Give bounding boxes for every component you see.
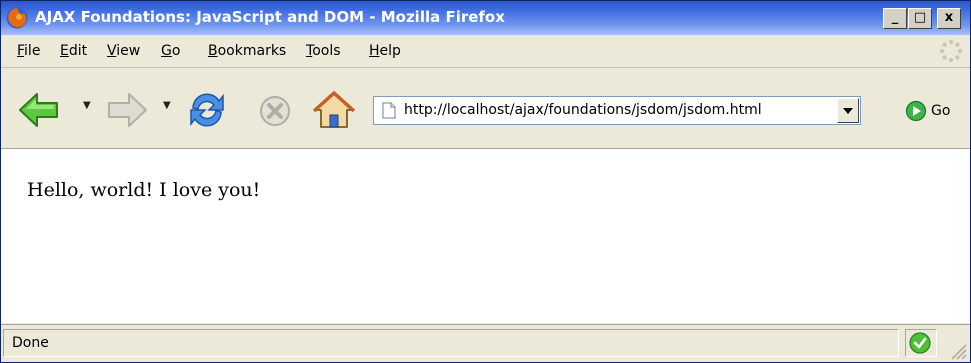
address-bar[interactable]: http://localhost/ajax/foundations/jsdom/…	[373, 96, 861, 125]
menu-bar: File Edit View Go Bookmarks Tools Help	[1, 35, 970, 68]
close-button[interactable]: x	[937, 8, 961, 29]
title-bar[interactable]: AJAX Foundations: JavaScript and DOM - M…	[1, 1, 970, 35]
check-icon	[909, 332, 931, 354]
menu-edit[interactable]: Edit	[60, 43, 87, 59]
menu-edit-label: dit	[68, 43, 88, 59]
resize-grip-icon[interactable]	[948, 341, 968, 361]
page-icon	[382, 102, 396, 119]
go-button[interactable]: Go	[905, 100, 950, 122]
back-arrow-icon[interactable]	[17, 90, 61, 130]
navigation-toolbar: ▼ ▼ http://localhost/ajax/foundations/js…	[1, 68, 970, 149]
menu-help[interactable]: Help	[369, 43, 401, 59]
status-panel: Done	[3, 329, 899, 357]
menu-view[interactable]: View	[107, 43, 140, 59]
menu-tools-label: ools	[312, 43, 341, 59]
menu-view-accel: V	[107, 43, 117, 59]
page-content: Hello, world! I love you!	[1, 149, 970, 323]
home-icon[interactable]	[312, 90, 356, 130]
go-label: Go	[931, 103, 951, 119]
status-text: Done	[12, 335, 49, 351]
reload-icon[interactable]	[185, 88, 229, 132]
menu-file[interactable]: File	[17, 43, 40, 59]
menu-bookmarks-label: ookmarks	[217, 43, 287, 59]
maximize-button[interactable]: □	[908, 8, 932, 29]
menu-file-accel: F	[17, 43, 25, 59]
go-arrow-icon	[905, 100, 927, 122]
menu-go-accel: G	[161, 43, 172, 59]
stop-icon[interactable]	[258, 94, 292, 128]
menu-edit-accel: E	[60, 43, 69, 59]
menu-file-label: ile	[24, 43, 41, 59]
address-dropdown-button[interactable]	[837, 98, 859, 123]
window-title: AJAX Foundations: JavaScript and DOM - M…	[35, 8, 505, 26]
menu-view-label: iew	[116, 43, 141, 59]
throbber-icon	[939, 39, 963, 63]
status-bar: Done	[1, 324, 970, 362]
forward-arrow-icon[interactable]	[105, 90, 149, 130]
menu-bookmarks[interactable]: Bookmarks	[208, 43, 286, 59]
menu-tools[interactable]: Tools	[306, 43, 341, 59]
security-status[interactable]	[905, 329, 937, 357]
back-history-dropdown-icon[interactable]: ▼	[83, 100, 91, 111]
forward-history-dropdown-icon[interactable]: ▼	[163, 100, 171, 111]
menu-go[interactable]: Go	[161, 43, 180, 59]
content-text: Hello, world! I love you!	[27, 179, 261, 201]
menu-bookmarks-accel: B	[208, 43, 218, 59]
chevron-down-icon	[843, 108, 853, 114]
menu-help-accel: H	[369, 43, 380, 59]
address-input[interactable]: http://localhost/ajax/foundations/jsdom/…	[404, 102, 762, 118]
menu-go-label: o	[171, 43, 181, 59]
minimize-button[interactable]: _	[883, 8, 907, 29]
browser-window: AJAX Foundations: JavaScript and DOM - M…	[0, 0, 971, 363]
firefox-icon	[6, 7, 28, 29]
menu-help-label: elp	[379, 43, 401, 59]
